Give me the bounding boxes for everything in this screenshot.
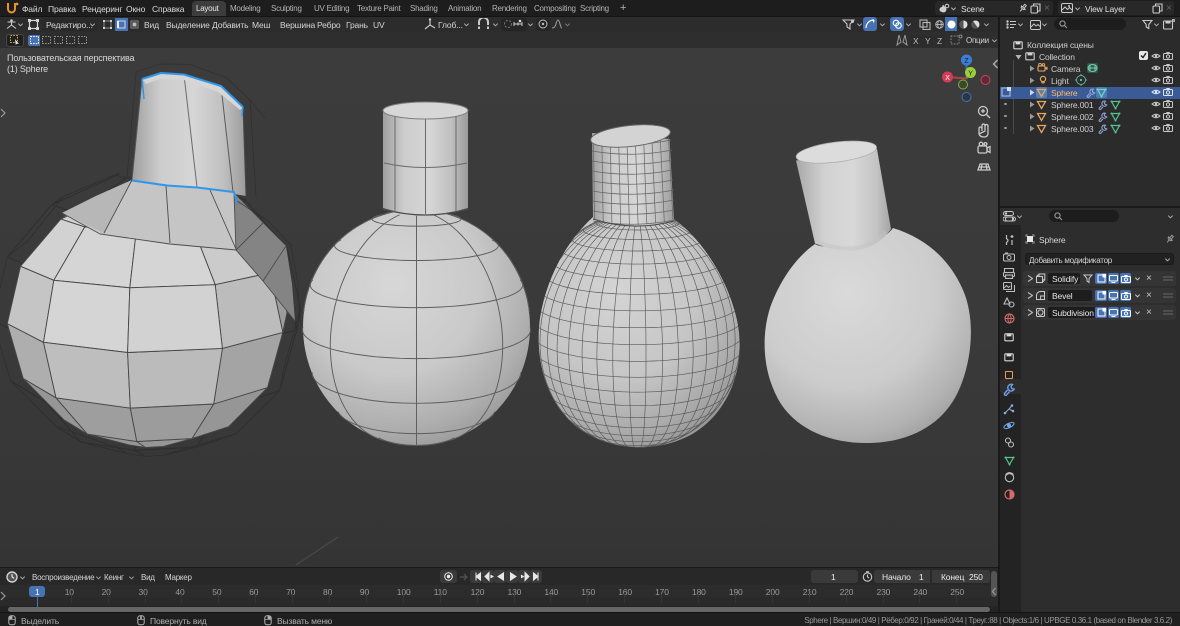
svg-text:Y: Y xyxy=(968,71,973,78)
svg-text:X: X xyxy=(945,75,950,82)
